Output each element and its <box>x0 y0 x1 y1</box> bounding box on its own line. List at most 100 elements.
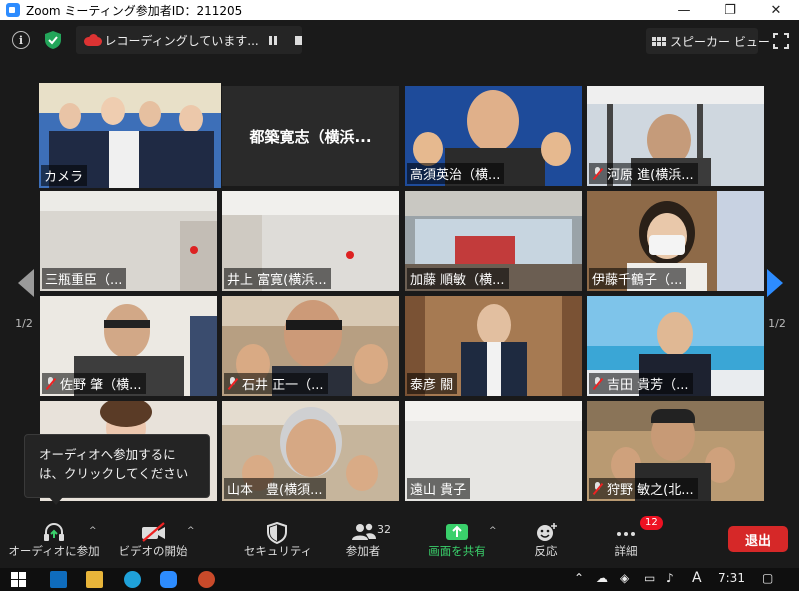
video-tile[interactable]: 都築寛志（横浜... <box>222 86 399 186</box>
more-label: 詳細 <box>614 544 638 558</box>
participant-name: 河原 進(横浜... <box>589 163 698 184</box>
video-tile[interactable]: 狩野 敏之(北... <box>587 401 764 501</box>
video-options-caret[interactable]: ^ <box>187 526 195 536</box>
participant-name: 山本 豊(横須... <box>224 478 327 499</box>
participant-name: 吉田 貴芳（... <box>589 373 693 394</box>
share-screen-button[interactable]: 画面を共有 <box>422 512 492 568</box>
pause-recording-icon[interactable] <box>268 35 277 45</box>
battery-icon[interactable]: ▭ <box>644 571 655 585</box>
security-shield-icon <box>266 521 290 545</box>
video-off-icon <box>141 522 165 542</box>
participant-name: 井上 富寛(横浜... <box>224 268 331 289</box>
video-tile[interactable]: カメラ <box>39 83 221 188</box>
video-tile[interactable]: 遠山 貴子 <box>405 401 582 501</box>
speaker-view-button[interactable]: スピーカー ビュー <box>646 28 770 54</box>
zoom-app-icon <box>6 3 20 17</box>
previous-page-button[interactable]: 1/2 <box>8 247 40 337</box>
join-audio-label: オーディオに参加 <box>8 544 100 558</box>
join-audio-tooltip: オーディオへ参加するには、クリックしてください <box>24 434 210 505</box>
outlook-icon[interactable] <box>50 571 67 588</box>
recording-indicator: レコーディングしています... <box>76 26 302 54</box>
participant-name: カメラ <box>41 165 88 186</box>
next-page-button[interactable]: 1/2 <box>761 247 793 337</box>
video-tile[interactable]: 吉田 貴芳（... <box>587 296 764 396</box>
meeting-info-icon[interactable]: i <box>12 31 30 49</box>
participant-name-center: 都築寛志（横浜... <box>249 127 372 146</box>
meeting-controls: オーディオに参加 ^ ビデオの開始 ^ セキュリティ 参加者 32 画面を共有 … <box>0 512 799 568</box>
window-title: Zoom ミーティング参加者ID：211205 <box>26 3 243 18</box>
smiley-icon <box>534 522 558 542</box>
participant-name: 狩野 敏之(北... <box>589 478 698 499</box>
chat-badge: 12 <box>640 516 663 530</box>
participants-button[interactable]: 参加者 <box>336 512 390 568</box>
video-tile[interactable]: 泰彦 關 <box>405 296 582 396</box>
stop-recording-icon[interactable] <box>294 35 302 45</box>
audio-options-caret[interactable]: ^ <box>89 526 97 536</box>
close-window-button[interactable]: ✕ <box>753 0 799 20</box>
video-tile[interactable]: 加藤 順敏（横... <box>405 191 582 291</box>
security-label: セキュリティ <box>243 544 313 558</box>
reactions-label: 反応 <box>534 544 558 558</box>
video-tile[interactable]: 井上 富寛(横浜... <box>222 191 399 291</box>
dropbox-icon[interactable]: ◈ <box>620 571 629 585</box>
participant-name: 高須英治（横... <box>407 163 505 184</box>
muted-mic-icon <box>592 377 604 390</box>
participant-name: 佐野 肇（横... <box>42 373 146 394</box>
meeting-topbar: i レコーディングしています... スピーカー ビュー <box>0 20 799 62</box>
participant-name: 三瓶重臣（... <box>42 268 127 289</box>
more-dots-icon <box>614 522 638 542</box>
video-tile[interactable]: 伊藤千鶴子（... <box>587 191 764 291</box>
page-indicator-right: 1/2 <box>768 317 786 330</box>
participant-name: 加藤 順敏（横... <box>407 268 509 289</box>
volume-icon[interactable]: ♪ <box>666 571 674 585</box>
video-tile[interactable]: 山本 豊(横須... <box>222 401 399 501</box>
reactions-button[interactable]: 反応 <box>526 512 566 568</box>
video-tile[interactable]: 河原 進(横浜... <box>587 86 764 186</box>
video-tile[interactable]: 三瓶重臣（... <box>40 191 217 291</box>
video-tile[interactable]: 佐野 肇（横... <box>40 296 217 396</box>
muted-mic-icon <box>592 482 604 495</box>
start-video-button[interactable]: ビデオの開始 <box>114 512 192 568</box>
muted-mic-icon <box>45 377 57 390</box>
video-tile[interactable]: 高須英治（横... <box>405 86 582 186</box>
notification-icon[interactable]: ▢ <box>762 571 773 585</box>
participant-name: 泰彦 關 <box>407 373 458 394</box>
onedrive-icon[interactable]: ☁ <box>596 571 608 585</box>
tray-expand-icon[interactable]: ⌃ <box>574 571 584 585</box>
join-audio-button[interactable]: オーディオに参加 <box>8 512 100 568</box>
start-video-label: ビデオの開始 <box>118 544 188 558</box>
fullscreen-icon[interactable] <box>773 33 789 49</box>
share-screen-icon <box>445 522 469 542</box>
share-options-caret[interactable]: ^ <box>489 526 497 536</box>
arrow-right-icon <box>767 269 783 297</box>
zoom-taskbar-icon[interactable] <box>160 571 177 588</box>
leave-meeting-button[interactable]: 退出 <box>728 526 788 552</box>
participant-name: 伊藤千鶴子（... <box>589 268 687 289</box>
file-explorer-icon[interactable] <box>86 571 103 588</box>
video-tile[interactable]: 石井 正一（... <box>222 296 399 396</box>
headphones-icon <box>42 522 66 542</box>
maximize-button[interactable]: ❐ <box>707 0 753 20</box>
page-indicator-left: 1/2 <box>15 317 33 330</box>
participants-label: 参加者 <box>345 544 381 558</box>
ime-indicator[interactable]: A <box>692 570 702 586</box>
view-grid-icon <box>652 36 666 46</box>
share-screen-label: 画面を共有 <box>428 544 486 558</box>
participant-name: 石井 正一（... <box>224 373 328 394</box>
powerpoint-icon[interactable] <box>198 571 215 588</box>
arrow-left-icon <box>18 269 34 297</box>
participant-count: 32 <box>377 523 391 536</box>
edge-icon[interactable] <box>124 571 141 588</box>
security-button[interactable]: セキュリティ <box>243 512 313 568</box>
cloud-recording-icon <box>84 34 102 46</box>
participant-name: 遠山 貴子 <box>407 478 471 499</box>
clock[interactable]: 7:31 <box>718 571 745 585</box>
speaker-view-label: スピーカー ビュー <box>670 34 770 49</box>
muted-mic-icon <box>592 167 604 180</box>
minimize-button[interactable]: — <box>661 0 707 20</box>
muted-mic-icon <box>227 377 239 390</box>
windows-start-icon[interactable] <box>10 571 27 588</box>
recording-status-text: レコーディングしています... <box>104 33 259 48</box>
window-titlebar: Zoom ミーティング参加者ID：211205 — ❐ ✕ <box>0 0 799 20</box>
encryption-shield-icon[interactable] <box>44 30 62 50</box>
